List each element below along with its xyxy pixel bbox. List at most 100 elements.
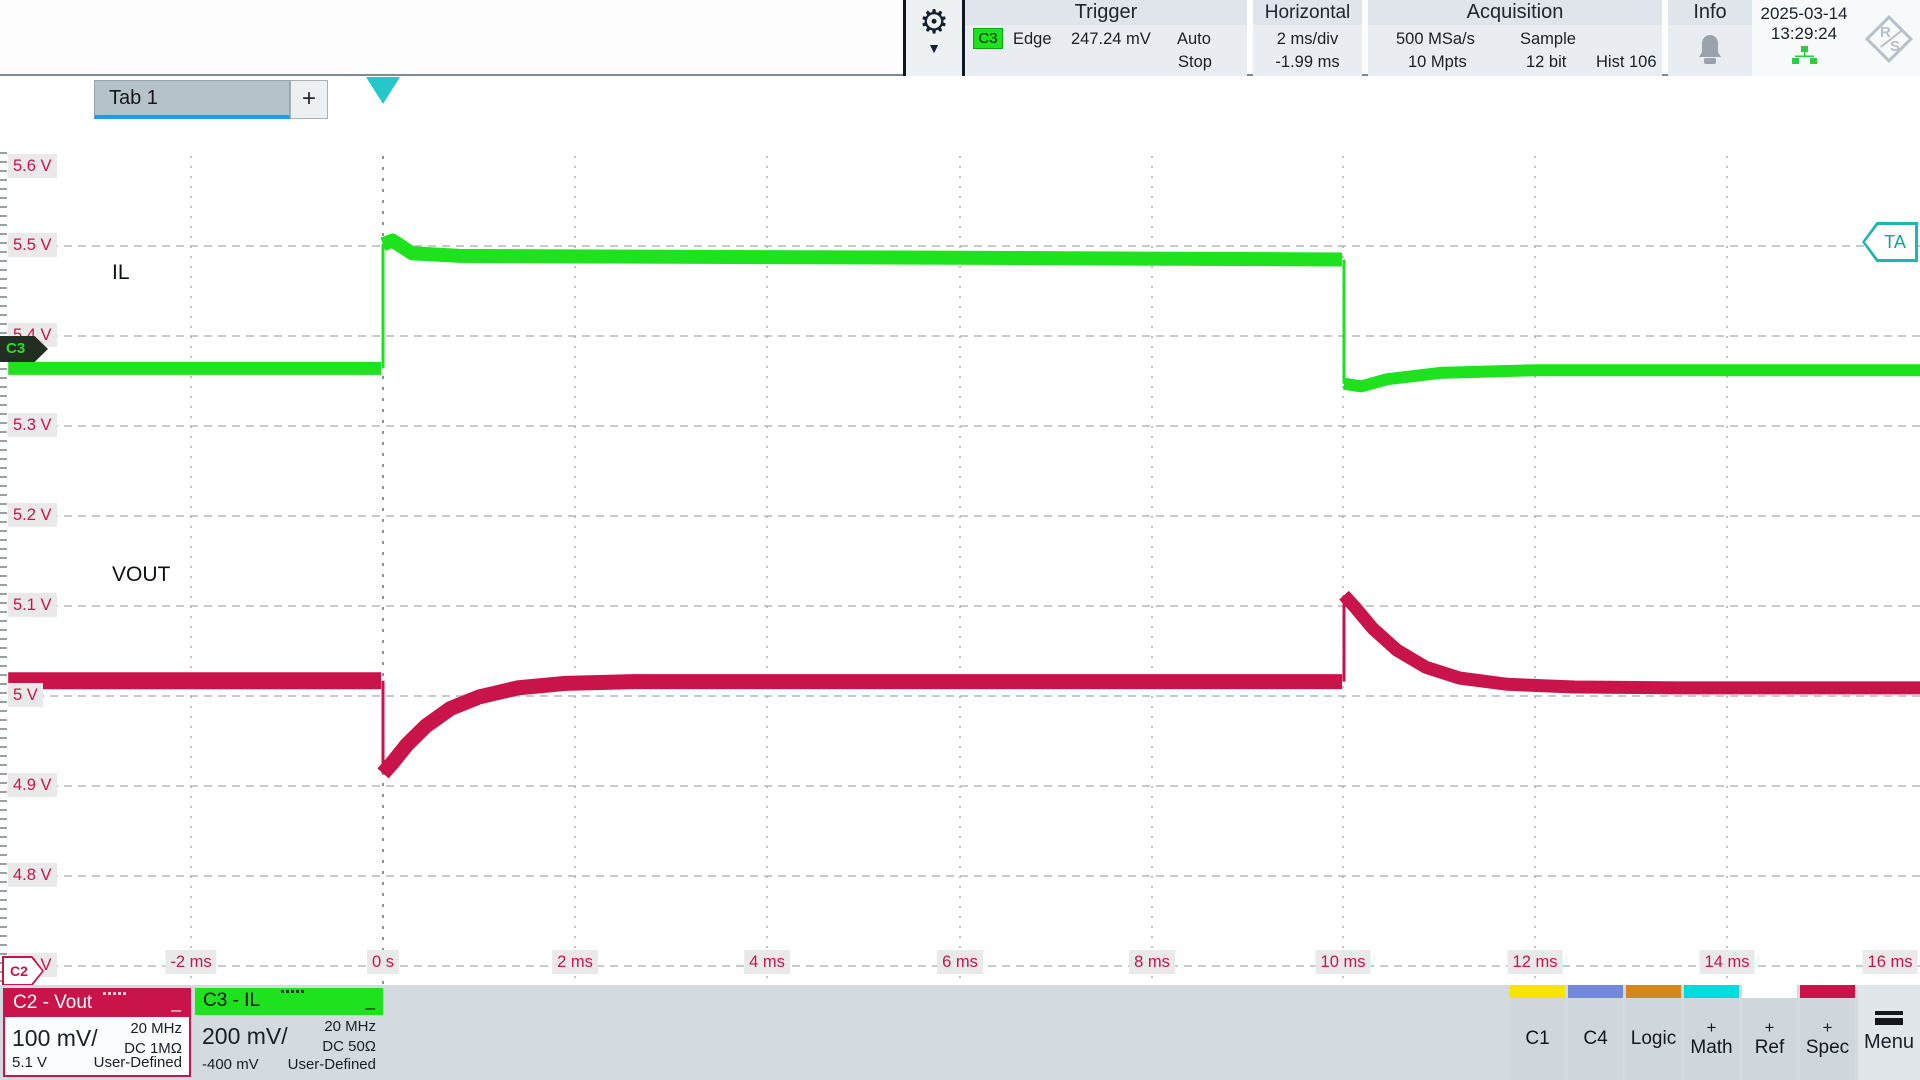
clock[interactable]: 2025-03-14 13:29:24: [1752, 0, 1856, 76]
y-axis-label: 4.9 V: [8, 773, 57, 797]
y-axis-label: 5.5 V: [8, 233, 57, 257]
menu-button[interactable]: Menu: [1858, 985, 1920, 1080]
y-axis-label: 5 V: [8, 683, 43, 707]
y-axis-label: 5.1 V: [8, 593, 57, 617]
add-spec-button[interactable]: +Spec: [1800, 985, 1855, 1080]
time-display: 13:29:24: [1752, 24, 1856, 44]
x-axis-label: 2 ms: [552, 950, 598, 974]
horizontal-position: -1.99 ms: [1253, 52, 1362, 73]
logic-color-strip: [1626, 985, 1681, 998]
c1-color-strip: [1510, 985, 1565, 998]
channel-c2-scale: 100 mV/: [12, 1025, 98, 1052]
add-math-button[interactable]: +Math: [1684, 985, 1739, 1080]
c2-marker-label: C2: [4, 958, 42, 984]
x-axis-label: 12 ms: [1508, 950, 1563, 974]
x-axis-label: 8 ms: [1129, 950, 1175, 974]
trigger-mode: Auto: [1177, 29, 1211, 50]
trigger-source-badge: C3: [973, 28, 1003, 49]
channel-c2-offset: 5.1 V: [12, 1054, 47, 1071]
logic-button-label: Logic: [1631, 1028, 1676, 1050]
add-channel-c1-button[interactable]: C1: [1510, 985, 1565, 1080]
channel-c2-bandwidth: 20 MHz: [130, 1020, 182, 1037]
x-axis-label: 10 ms: [1316, 950, 1371, 974]
horizontal-panel[interactable]: Horizontal 2 ms/div -1.99 ms: [1253, 0, 1362, 76]
waveform-canvas: [0, 76, 1920, 1080]
horizontal-scale: 2 ms/div: [1253, 29, 1362, 50]
ref-color-strip: [1742, 985, 1797, 998]
x-axis-label: 14 ms: [1700, 950, 1755, 974]
x-axis-label: 0 s: [367, 950, 399, 974]
decimation-dots-icon: [281, 990, 307, 993]
lan-status-icon: [1791, 46, 1817, 64]
logic-button[interactable]: Logic: [1626, 985, 1681, 1080]
channel-badge-c3[interactable]: C3 - IL _ 200 mV/ 20 MHz DC 50Ω -400 mV …: [195, 988, 383, 1077]
menu-button-label: Menu: [1864, 1031, 1914, 1054]
oscilloscope-screen: 5.6 V 5.5 V 5.4 V 5.3 V 5.2 V 5.1 V 5 V …: [0, 0, 1920, 1080]
c1-button-label: C1: [1525, 1028, 1549, 1050]
trace-label-vout: VOUT: [112, 563, 170, 587]
tab-1[interactable]: Tab 1: [94, 80, 290, 119]
channel-c3-body: 200 mV/ 20 MHz DC 50Ω -400 mV User-Defin…: [195, 1015, 383, 1077]
channel-c3-title: C3 - IL: [203, 990, 260, 1011]
decimation-dots-icon: [103, 992, 129, 995]
channel-c3-minimize[interactable]: _: [366, 988, 375, 1014]
channel-badge-c2[interactable]: C2 - Vout _ 100 mV/ 20 MHz DC 1MΩ 5.1 V …: [3, 988, 191, 1077]
chevron-down-icon[interactable]: ▼: [906, 40, 962, 56]
math-button-label: Math: [1690, 1037, 1732, 1059]
acq-mode: Sample: [1520, 29, 1576, 50]
acq-resolution: 12 bit: [1526, 52, 1566, 73]
add-channel-c4-button[interactable]: C4: [1568, 985, 1623, 1080]
rohde-schwarz-logo: R S: [1856, 0, 1920, 76]
channel-c2-probe-mode: User-Defined: [94, 1054, 182, 1071]
info-panel[interactable]: Info: [1668, 0, 1752, 76]
math-color-strip: [1684, 985, 1739, 998]
info-panel-title: Info: [1668, 0, 1752, 25]
c4-color-strip: [1568, 985, 1623, 998]
acq-history: Hist 106: [1596, 52, 1657, 73]
date-display: 2025-03-14: [1752, 4, 1856, 24]
trigger-state: Stop: [1178, 52, 1212, 73]
trigger-position-marker[interactable]: [366, 77, 400, 104]
add-ref-button[interactable]: +Ref: [1742, 985, 1797, 1080]
plus-sign: +: [1823, 1019, 1833, 1037]
trigger-type: Edge: [1013, 29, 1052, 50]
trace-label-il: IL: [112, 261, 130, 285]
acq-record-length: 10 Mpts: [1408, 52, 1467, 73]
acq-sample-rate: 500 MSa/s: [1396, 29, 1475, 50]
gear-icon[interactable]: ⚙: [906, 0, 962, 44]
spec-button-label: Spec: [1806, 1037, 1849, 1059]
c4-button-label: C4: [1583, 1028, 1607, 1050]
acquisition-panel[interactable]: Acquisition 500 MSa/s Sample 10 Mpts 12 …: [1368, 0, 1662, 76]
horizontal-panel-title: Horizontal: [1253, 0, 1362, 25]
x-axis-label: 16 ms: [1863, 950, 1918, 974]
ref-button-label: Ref: [1755, 1037, 1785, 1059]
add-tab-button[interactable]: +: [290, 80, 328, 119]
plus-sign: +: [1707, 1019, 1717, 1037]
channel-c3-probe-mode: User-Defined: [288, 1056, 376, 1073]
hamburger-menu-icon: [1875, 1011, 1903, 1025]
settings-column: ⚙ ▼: [903, 0, 965, 76]
channel-c2-title: C2 - Vout: [13, 992, 92, 1013]
trigger-panel-title: Trigger: [965, 0, 1247, 25]
channel-c2-minimize[interactable]: _: [172, 990, 181, 1016]
channel-c3-scale: 200 mV/: [202, 1023, 288, 1050]
x-axis-label: 4 ms: [744, 950, 790, 974]
channel-c3-header: C3 - IL _: [195, 988, 383, 1015]
plus-sign: +: [1765, 1019, 1775, 1037]
y-axis-label: 5.3 V: [8, 413, 57, 437]
channel-c3-bandwidth: 20 MHz: [324, 1018, 376, 1035]
trigger-panel[interactable]: Trigger C3 Edge 247.24 mV Auto Stop: [965, 0, 1247, 76]
y-axis-label: 5.6 V: [8, 154, 57, 178]
x-axis-label: -2 ms: [165, 950, 216, 974]
x-axis-label: 6 ms: [937, 950, 983, 974]
y-axis-label: 5.2 V: [8, 503, 57, 527]
channel-c3-offset: -400 mV: [202, 1056, 259, 1073]
bottom-toolbar: C2 - Vout _ 100 mV/ 20 MHz DC 1MΩ 5.1 V …: [0, 985, 1920, 1080]
channel-c2-header: C2 - Vout _: [5, 990, 189, 1017]
top-status-bar: ⚙ ▼ Trigger C3 Edge 247.24 mV Auto Stop …: [0, 0, 1920, 76]
logo-letter-s: S: [1890, 38, 1900, 55]
channel-c2-body: 100 mV/ 20 MHz DC 1MΩ 5.1 V User-Defined: [5, 1017, 189, 1075]
ta-badge-label: TA: [1865, 225, 1915, 259]
y-axis-label: 4.8 V: [8, 863, 57, 887]
waveform-plot-area[interactable]: 5.6 V 5.5 V 5.4 V 5.3 V 5.2 V 5.1 V 5 V …: [0, 76, 1920, 985]
